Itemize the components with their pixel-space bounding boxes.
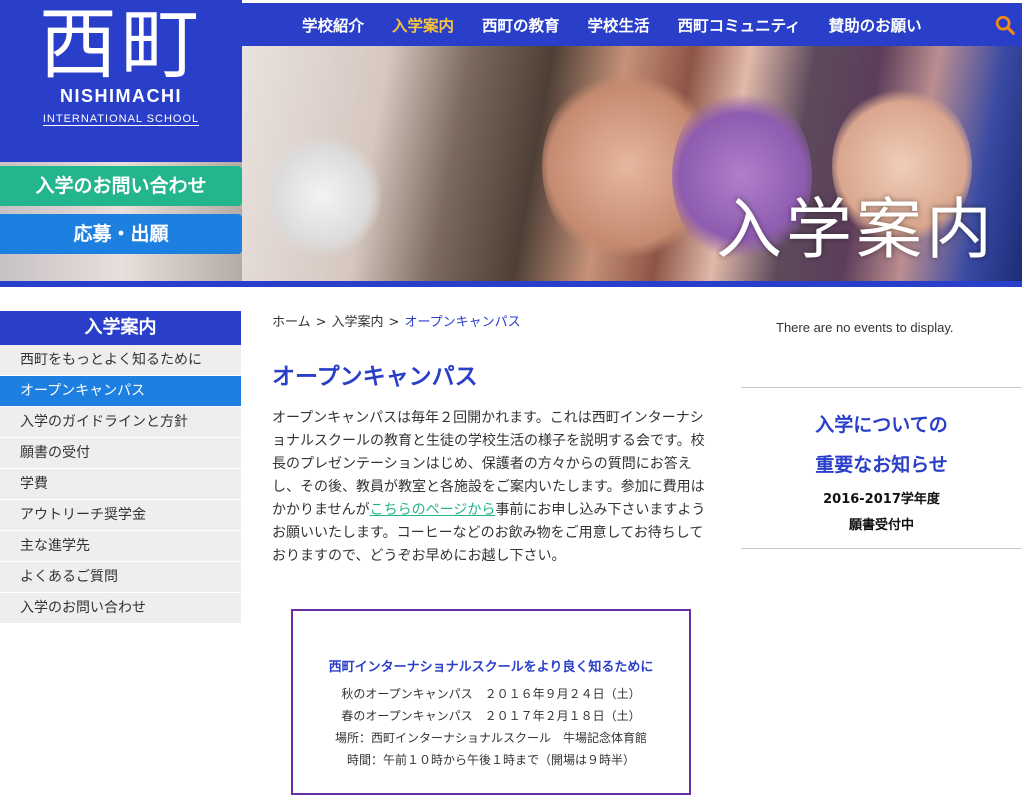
logo-name-line1: NISHIMACHI — [60, 86, 182, 106]
admissions-contact-button[interactable]: 入学のお問い合わせ — [0, 166, 242, 206]
notice-heading-line1[interactable]: 入学についての — [741, 410, 1022, 437]
nav-item-about[interactable]: 学校紹介 — [302, 14, 364, 36]
top-nav: 学校紹介 入学案内 西町の教育 学校生活 西町コミュニティ 賛助のお願い — [242, 0, 1022, 46]
breadcrumb-current: オープンキャンパス — [404, 315, 521, 330]
sidebar-title: 入学案内 — [0, 311, 241, 345]
logo-name-line2: INTERNATIONAL SCHOOL — [42, 113, 200, 126]
breadcrumb: ホーム > 入学案内 > オープンキャンパス — [272, 311, 521, 330]
breadcrumb-separator: > — [315, 315, 327, 330]
signup-link[interactable]: こちらのページから — [370, 502, 496, 518]
logo-kanji: 西町 — [38, 0, 203, 90]
school-logo[interactable]: 西町 NISHIMACHI INTERNATIONAL SCHOOL — [0, 0, 242, 162]
sidebar-item-applications[interactable]: 願書の受付 — [0, 438, 241, 469]
nav-item-school-life[interactable]: 学校生活 — [588, 14, 650, 36]
notice-school-year: 2016-2017学年度 — [823, 492, 940, 507]
divider — [741, 387, 1022, 388]
open-campus-info-box: 西町インターナショナルスクールをより良く知るために 秋のオープンキャンパス ２０… — [291, 609, 691, 795]
nav-item-community[interactable]: 西町コミュニティ — [678, 14, 801, 36]
info-box-lines: 秋のオープンキャンパス ２０１６年９月２４日（土） 春のオープンキャンパス ２０… — [293, 683, 689, 771]
nav-item-education[interactable]: 西町の教育 — [482, 14, 560, 36]
hero-image: 入学案内 — [242, 46, 1022, 281]
breadcrumb-home[interactable]: ホーム — [272, 315, 311, 330]
sidebar-item-contact[interactable]: 入学のお問い合わせ — [0, 593, 241, 624]
page-title: オープンキャンパス — [272, 364, 478, 390]
sidebar-item-outreach-scholarship[interactable]: アウトリーチ奨学金 — [0, 500, 241, 531]
info-line-autumn: 秋のオープンキャンパス ２０１６年９月２４日（土） — [341, 687, 641, 701]
events-empty-message: There are no events to display. — [776, 320, 954, 335]
sidebar-item-know-more[interactable]: 西町をもっとよく知るために — [0, 345, 241, 376]
info-box-title: 西町インターナショナルスクールをより良く知るために — [328, 660, 654, 675]
header-divider — [0, 281, 1022, 287]
breadcrumb-separator: > — [388, 315, 400, 330]
info-line-spring: 春のオープンキャンパス ２０１７年２月１８日（土） — [341, 709, 641, 723]
breadcrumb-parent[interactable]: 入学案内 — [332, 315, 384, 330]
sidebar-item-guidelines[interactable]: 入学のガイドラインと方針 — [0, 407, 241, 438]
info-line-location: 場所：西町インターナショナルスクール 牛場記念体育館 — [334, 731, 647, 745]
sidebar-item-destinations[interactable]: 主な進学先 — [0, 531, 241, 562]
divider — [741, 548, 1022, 549]
sidebar-item-open-campus[interactable]: オープンキャンパス — [0, 376, 241, 407]
notice-heading-line2[interactable]: 重要なお知らせ — [741, 450, 1022, 477]
apply-button[interactable]: 応募・出願 — [0, 214, 242, 254]
nav-item-support[interactable]: 賛助のお願い — [829, 14, 922, 36]
sidebar-item-faq[interactable]: よくあるご質問 — [0, 562, 241, 593]
nav-item-admissions[interactable]: 入学案内 — [392, 14, 454, 36]
info-line-time: 時間：午前１０時から午後１時まで（開場は９時半） — [346, 753, 635, 767]
sidebar-menu: 西町をもっとよく知るために オープンキャンパス 入学のガイドラインと方針 願書の… — [0, 345, 241, 624]
hero-title: 入学案内 — [716, 191, 996, 268]
notice-applications-open: 願書受付中 — [848, 518, 914, 533]
search-icon[interactable] — [994, 14, 1016, 36]
sidebar-item-tuition[interactable]: 学費 — [0, 469, 241, 500]
intro-paragraph: オープンキャンパスは毎年２回開かれます。これは西町インターナショナルスクールの教… — [272, 407, 708, 568]
